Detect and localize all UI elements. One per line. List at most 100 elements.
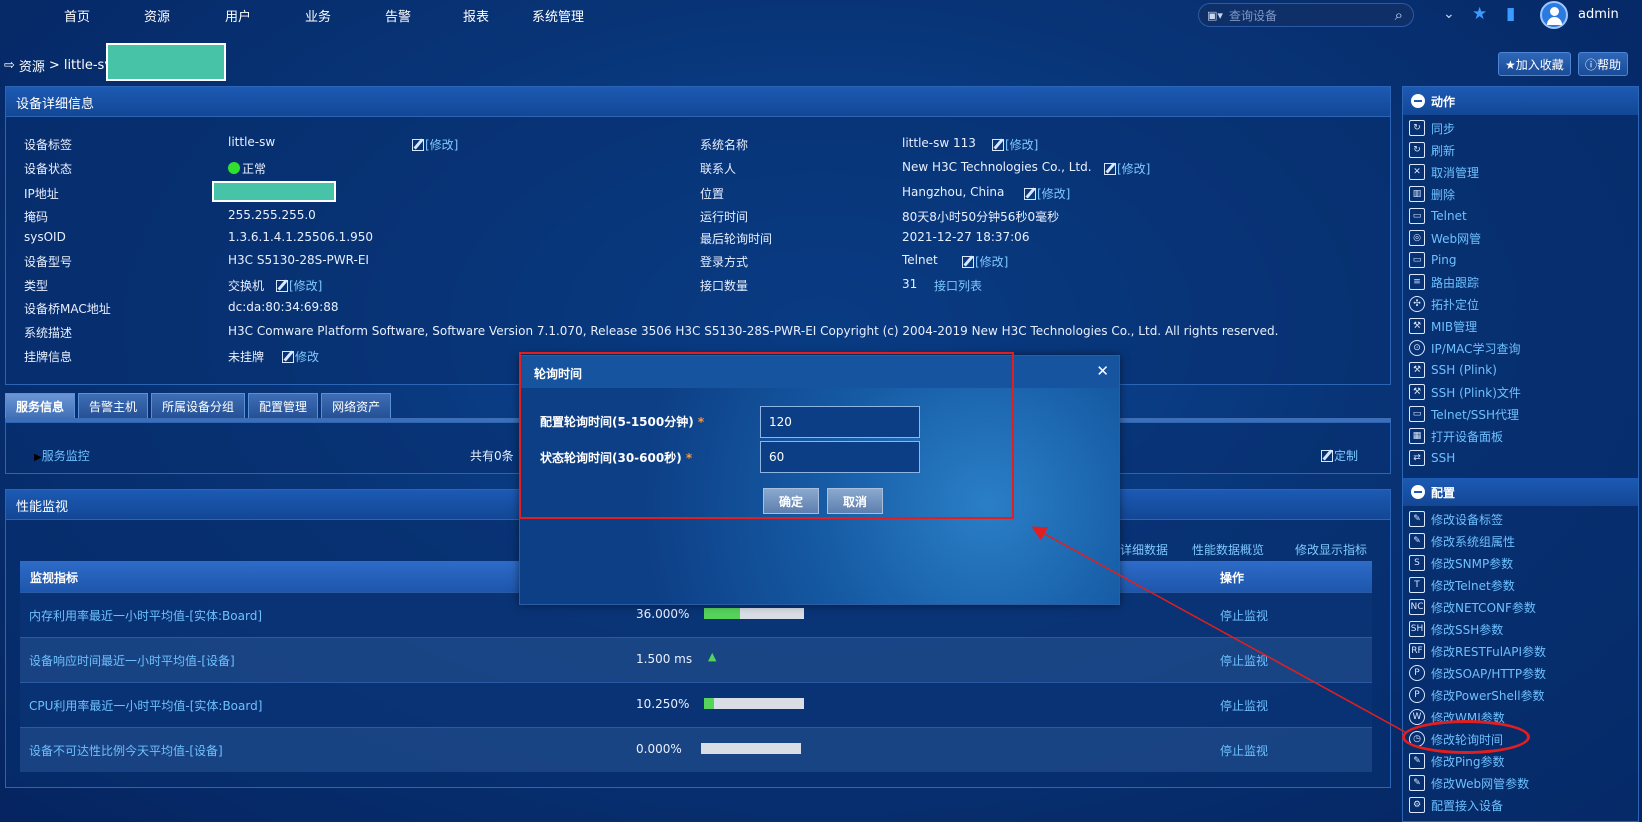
- status-poll-label: 状态轮询时间(30-600秒) *: [540, 449, 692, 466]
- breadcrumb-resources[interactable]: 资源: [19, 56, 45, 75]
- action-label: Telnet: [1431, 209, 1467, 223]
- nav-system[interactable]: 系统管理: [532, 6, 584, 25]
- metric-name[interactable]: 设备响应时间最近一小时平均值-[设备]: [29, 652, 235, 669]
- action-ssh[interactable]: ⇄ SSH: [1409, 448, 1455, 468]
- search-icon[interactable]: ⌕: [1395, 6, 1403, 24]
- bookmark-icon[interactable]: ▮: [1506, 4, 1515, 24]
- action-web[interactable]: ◎ Web网管: [1409, 228, 1481, 248]
- tab-config-mgmt[interactable]: 配置管理: [248, 393, 319, 419]
- action-ssh-plink-file[interactable]: ⚒ SSH (Plink)文件: [1409, 382, 1521, 402]
- config-poll-time[interactable]: ◷ 修改轮询时间: [1409, 729, 1503, 749]
- edit-location-link[interactable]: [修改]: [1024, 185, 1070, 202]
- ok-button[interactable]: 确定: [763, 488, 819, 514]
- action-proxy[interactable]: ▭ Telnet/SSH代理: [1409, 404, 1519, 424]
- star-icon[interactable]: ★: [1472, 4, 1487, 24]
- value-uptime: 80天8小时50分钟56秒0毫秒: [902, 210, 1060, 224]
- edit-contact-link[interactable]: [修改]: [1104, 160, 1150, 177]
- action-refresh[interactable]: ↻ 刷新: [1409, 140, 1455, 160]
- interface-list-link[interactable]: 接口列表: [934, 277, 982, 294]
- metric-name[interactable]: 内存利用率最近一小时平均值-[实体:Board]: [29, 607, 262, 624]
- tab-network-assets[interactable]: 网络资产: [321, 393, 392, 419]
- config-telnet[interactable]: T 修改Telnet参数: [1409, 575, 1515, 595]
- config-web[interactable]: ✎ 修改Web网管参数: [1409, 773, 1529, 793]
- username[interactable]: admin: [1578, 7, 1619, 22]
- value-mac: dc:da:80:34:69:88: [228, 300, 339, 314]
- edit-device-tag-link[interactable]: [修改]: [412, 136, 458, 153]
- tab-alarm-hosts[interactable]: 告警主机: [78, 393, 149, 419]
- stop-monitor-link[interactable]: 停止监视: [1220, 742, 1268, 759]
- action-telnet[interactable]: ▭ Telnet: [1409, 206, 1467, 226]
- edit-login-link[interactable]: [修改]: [962, 253, 1008, 270]
- config-device-tag[interactable]: ✎ 修改设备标签: [1409, 509, 1503, 529]
- modify-metrics-link[interactable]: 修改显示指标: [1295, 541, 1367, 558]
- value-contact: New H3C Technologies Co., Ltd.: [902, 160, 1092, 174]
- config-wmi[interactable]: W 修改WMI参数: [1409, 707, 1505, 727]
- field-label: 配置轮询时间(5-1500分钟): [540, 415, 694, 429]
- edit-sysname-link[interactable]: [修改]: [992, 136, 1038, 153]
- config-netconf[interactable]: NC 修改NETCONF参数: [1409, 597, 1536, 617]
- add-favorite-button[interactable]: ★加入收藏: [1498, 52, 1571, 76]
- metric-name[interactable]: 设备不可达性比例今天平均值-[设备]: [29, 742, 223, 759]
- nav-resources[interactable]: 资源: [144, 6, 170, 25]
- config-restful[interactable]: RF 修改RESTFulAPI参数: [1409, 641, 1546, 661]
- wrench-icon: ⚒: [1409, 384, 1425, 400]
- stop-monitor-link[interactable]: 停止监视: [1220, 697, 1268, 714]
- nav-business[interactable]: 业务: [305, 6, 331, 25]
- config-powershell[interactable]: P 修改PowerShell参数: [1409, 685, 1545, 705]
- edit-plate-link[interactable]: 修改: [282, 348, 319, 365]
- action-traceroute[interactable]: ≡ 路由跟踪: [1409, 272, 1479, 292]
- metric-bar: [701, 743, 801, 754]
- stop-monitor-link[interactable]: 停止监视: [1220, 652, 1268, 669]
- action-ipmac[interactable]: ⊙ IP/MAC学习查询: [1409, 338, 1521, 358]
- ssh-icon: SH: [1409, 621, 1425, 637]
- action-label: SSH (Plink)文件: [1431, 385, 1521, 400]
- customize-link[interactable]: 定制: [1321, 447, 1358, 464]
- config-poll-input[interactable]: [760, 406, 920, 438]
- action-mib[interactable]: ⚒ MIB管理: [1409, 316, 1477, 336]
- help-button[interactable]: ⓘ帮助: [1578, 52, 1629, 76]
- nav-alarms[interactable]: 告警: [385, 6, 411, 25]
- action-label: Telnet/SSH代理: [1431, 407, 1520, 422]
- action-ping[interactable]: ▭ Ping: [1409, 250, 1457, 270]
- action-sync[interactable]: ↻ 同步: [1409, 118, 1455, 138]
- tab-device-groups[interactable]: 所属设备分组: [151, 393, 246, 419]
- web-icon: ✎: [1409, 775, 1425, 791]
- edit-type-link[interactable]: [修改]: [276, 277, 322, 294]
- device-type-icon[interactable]: ▣▾: [1207, 9, 1225, 23]
- avatar[interactable]: [1540, 1, 1568, 29]
- metric-name[interactable]: CPU利用率最近一小时平均值-[实体:Board]: [29, 697, 262, 714]
- status-poll-input[interactable]: [760, 441, 920, 473]
- config-snmp[interactable]: S 修改SNMP参数: [1409, 553, 1513, 573]
- detail-data-link[interactable]: 详细数据: [1120, 541, 1168, 558]
- action-ssh-plink[interactable]: ⚒ SSH (Plink): [1409, 360, 1497, 380]
- cancel-button[interactable]: 取消: [827, 488, 883, 514]
- value-sysoid: 1.3.6.1.4.1.25506.1.950: [228, 230, 374, 244]
- nav-reports[interactable]: 报表: [463, 6, 489, 25]
- nav-home[interactable]: 首页: [64, 6, 90, 25]
- actions-header[interactable]: 动作: [1403, 87, 1638, 115]
- config-header[interactable]: 配置: [1403, 478, 1638, 506]
- config-ping[interactable]: ✎ 修改Ping参数: [1409, 751, 1505, 771]
- nav-users[interactable]: 用户: [225, 6, 251, 25]
- tab-service-info[interactable]: 服务信息: [5, 393, 76, 419]
- action-unmanage[interactable]: ✕ 取消管理: [1409, 162, 1479, 182]
- config-access-device[interactable]: ⚙ 配置接入设备: [1409, 795, 1503, 815]
- perf-overview-link[interactable]: 性能数据概览: [1192, 541, 1264, 558]
- config-ssh[interactable]: SH 修改SSH参数: [1409, 619, 1503, 639]
- chevron-down-icon[interactable]: ⌄: [1443, 6, 1455, 22]
- service-monitor-link[interactable]: ▶服务监控: [34, 447, 90, 464]
- search-input[interactable]: [1229, 7, 1379, 24]
- telnet-icon: ▭: [1409, 208, 1425, 224]
- config-sysgroup[interactable]: ✎ 修改系统组属性: [1409, 531, 1515, 551]
- config-soap[interactable]: P 修改SOAP/HTTP参数: [1409, 663, 1546, 683]
- action-topology[interactable]: ✣ 拓扑定位: [1409, 294, 1479, 314]
- config-label: 修改SSH参数: [1431, 622, 1504, 637]
- action-device-panel[interactable]: ▦ 打开设备面板: [1409, 426, 1503, 446]
- edit-label: [修改]: [975, 255, 1009, 269]
- powershell-icon: P: [1409, 687, 1425, 703]
- stop-monitor-link[interactable]: 停止监视: [1220, 607, 1268, 624]
- edit-label: [修改]: [1005, 138, 1039, 152]
- close-icon[interactable]: ✕: [1096, 362, 1109, 380]
- action-delete[interactable]: ▥ 删除: [1409, 184, 1455, 204]
- trash-icon: ▥: [1409, 186, 1425, 202]
